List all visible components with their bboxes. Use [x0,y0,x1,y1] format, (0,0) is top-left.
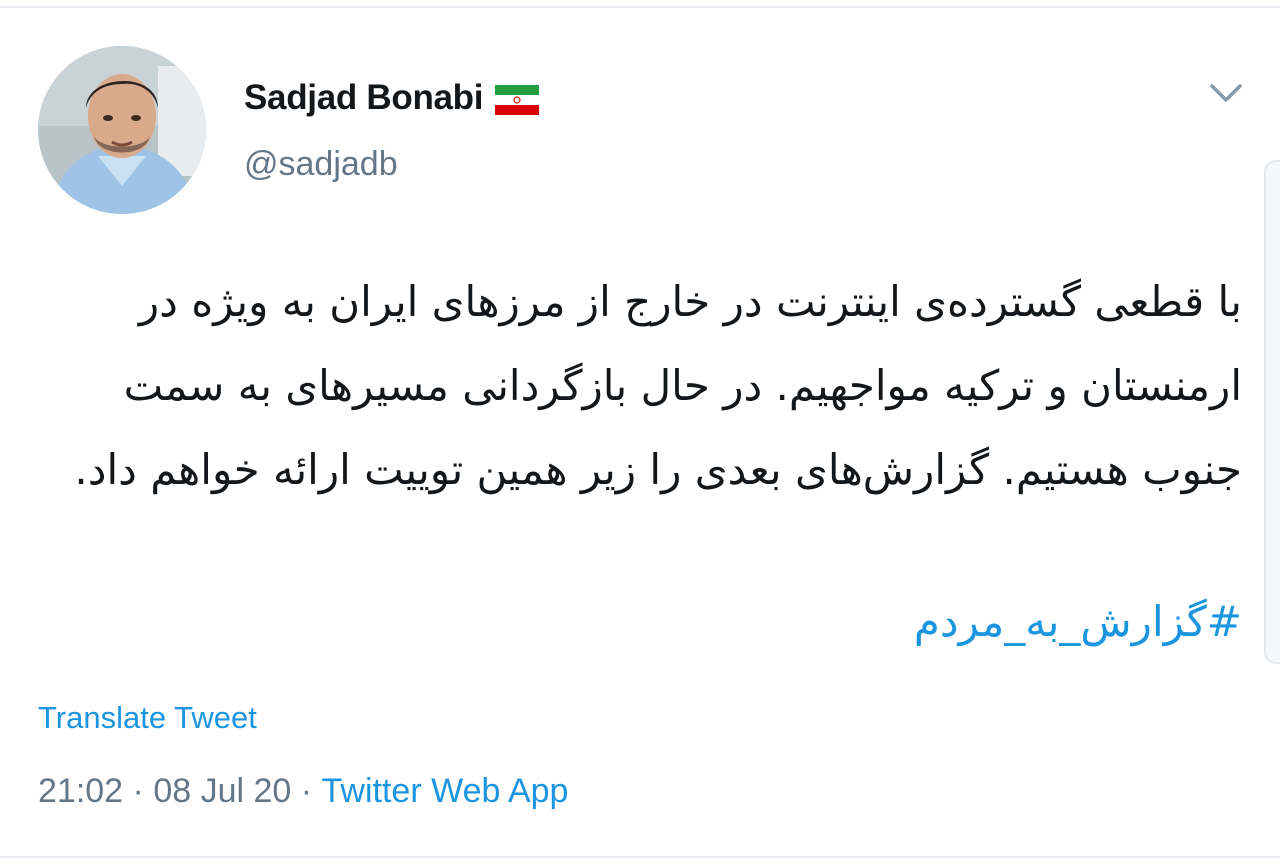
tweet-metadata: 21:02 · 08 Jul 20 · Twitter Web App [38,772,568,811]
tweet-source-link[interactable]: Twitter Web App [322,772,569,811]
translate-tweet-link[interactable]: Translate Tweet [38,700,257,736]
hashtag-link[interactable]: #گزارش_به_مردم [40,585,1242,659]
author-display-name[interactable]: Sadjad Bonabi [244,72,540,124]
tweet-date[interactable]: 08 Jul 20 [153,772,291,811]
author-handle[interactable]: @sadjadb [244,145,398,184]
chevron-down-icon[interactable] [1206,78,1246,108]
tweet-detail-view: Sadjad Bonabi @sadjadb با قطعی گسترده‌ی … [0,0,1280,864]
tweet-text: با قطعی گسترده‌ی اینترنت در خارج از مرزه… [74,277,1242,494]
author-name-text: Sadjad Bonabi [244,78,484,117]
avatar[interactable] [38,46,206,214]
tweet-time[interactable]: 21:02 [38,772,123,811]
avatar-image [38,46,206,214]
iran-flag-icon [495,85,540,115]
top-divider [0,6,1280,8]
bottom-divider [0,856,1280,858]
side-panel-edge [1264,160,1280,664]
meta-separator: · [123,772,154,810]
meta-separator: · [291,772,322,810]
